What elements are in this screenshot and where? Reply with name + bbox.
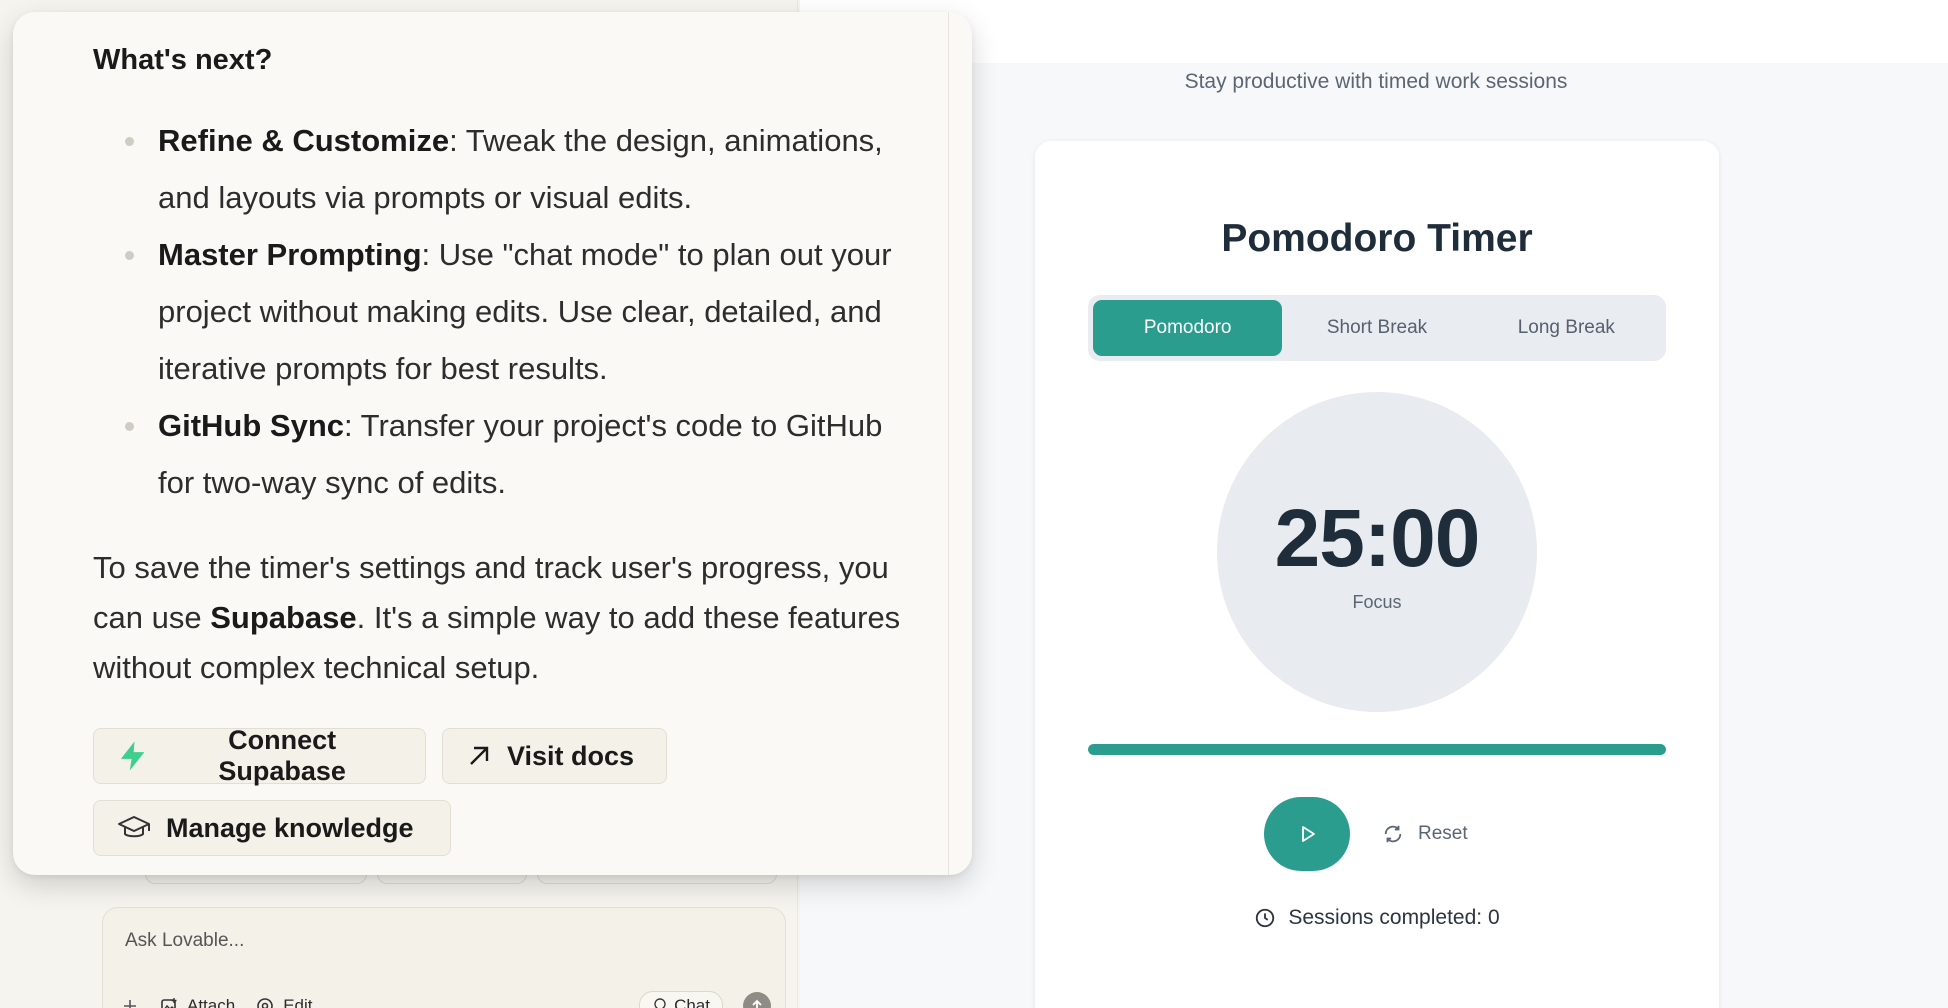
chat-mode-toggle[interactable]: Chat [639, 991, 723, 1008]
list-item: GitHub Sync: Transfer your project's cod… [93, 397, 913, 511]
chat-input[interactable] [125, 930, 725, 952]
manage-knowledge-button[interactable]: Manage knowledge [93, 800, 451, 856]
timer-display: 25:00 [1274, 493, 1481, 584]
list-item: Master Prompting: Use "chat mode" to pla… [93, 226, 913, 397]
lightbulb-icon [654, 998, 666, 1008]
supabase-bolt-icon [120, 741, 145, 771]
tab-short-break[interactable]: Short Break [1282, 300, 1471, 356]
message-heading: What's next? [93, 44, 273, 76]
message-actions: Connect Supabase Visit docs Manage knowl… [93, 725, 713, 856]
image-attach-icon [161, 998, 177, 1008]
composer-toolbar: Attach Edit Chat [121, 988, 771, 1008]
send-button[interactable] [743, 992, 771, 1008]
timer-mode-label: Focus [1352, 592, 1402, 612]
screen: Attach Edit Chat Stay productive with ti… [0, 0, 1948, 1008]
reset-label: Reset [1418, 823, 1468, 844]
manage-knowledge-label: Manage knowledge [166, 812, 414, 843]
tab-pomodoro[interactable]: Pomodoro [1093, 300, 1283, 356]
target-edit-icon [257, 998, 274, 1008]
reset-button[interactable]: Reset [1382, 817, 1468, 851]
sessions-counter: Sessions completed: 0 [1035, 906, 1719, 930]
plus-icon [124, 1000, 136, 1008]
chat-composer: Attach Edit Chat [102, 907, 786, 1008]
graduation-cap-icon [118, 816, 150, 838]
visit-docs-label: Visit docs [507, 740, 635, 771]
panel-scrollbar[interactable] [948, 12, 949, 875]
next-steps-list: Refine & Customize: Tweak the design, an… [93, 112, 913, 511]
list-item-title: GitHub Sync [158, 408, 345, 443]
progress-fill [1088, 744, 1666, 755]
edit-button[interactable]: Edit [255, 996, 313, 1008]
list-item-title: Master Prompting [158, 237, 422, 272]
edit-label: Edit [283, 996, 313, 1008]
supabase-emphasis: Supabase [210, 600, 357, 635]
sessions-text: Sessions completed: 0 [1288, 906, 1500, 929]
arrow-up-icon [752, 999, 762, 1008]
chat-mode-label: Chat [674, 996, 710, 1008]
connect-supabase-button[interactable]: Connect Supabase [93, 725, 426, 786]
mode-tabs: Pomodoro Short Break Long Break [1088, 295, 1666, 361]
progress-bar [1088, 744, 1666, 755]
timer-title: Pomodoro Timer [1221, 217, 1533, 260]
tab-long-break[interactable]: Long Break [1472, 300, 1661, 356]
play-icon [1302, 826, 1315, 842]
visit-docs-button[interactable]: Visit docs [442, 728, 667, 784]
refresh-icon [1384, 825, 1402, 843]
attach-button[interactable]: Attach [159, 996, 235, 1008]
list-item-title: Refine & Customize [158, 123, 450, 158]
arrow-up-right-icon [470, 746, 489, 765]
timer-card: Pomodoro Timer Pomodoro Short Break Long… [1035, 141, 1719, 1008]
add-button[interactable] [121, 997, 139, 1008]
clock-icon [1256, 908, 1275, 928]
assistant-message-panel: What's next? Refine & Customize: Tweak t… [13, 12, 972, 875]
timer-dial: 25:00 Focus [1217, 392, 1537, 712]
attach-label: Attach [187, 996, 236, 1008]
play-button[interactable] [1264, 797, 1350, 871]
supabase-paragraph: To save the timer's settings and track u… [93, 543, 933, 693]
connect-supabase-label: Connect Supabase [218, 725, 346, 786]
list-item: Refine & Customize: Tweak the design, an… [93, 112, 913, 226]
app-subtitle: Stay productive with timed work sessions [1184, 70, 1568, 93]
